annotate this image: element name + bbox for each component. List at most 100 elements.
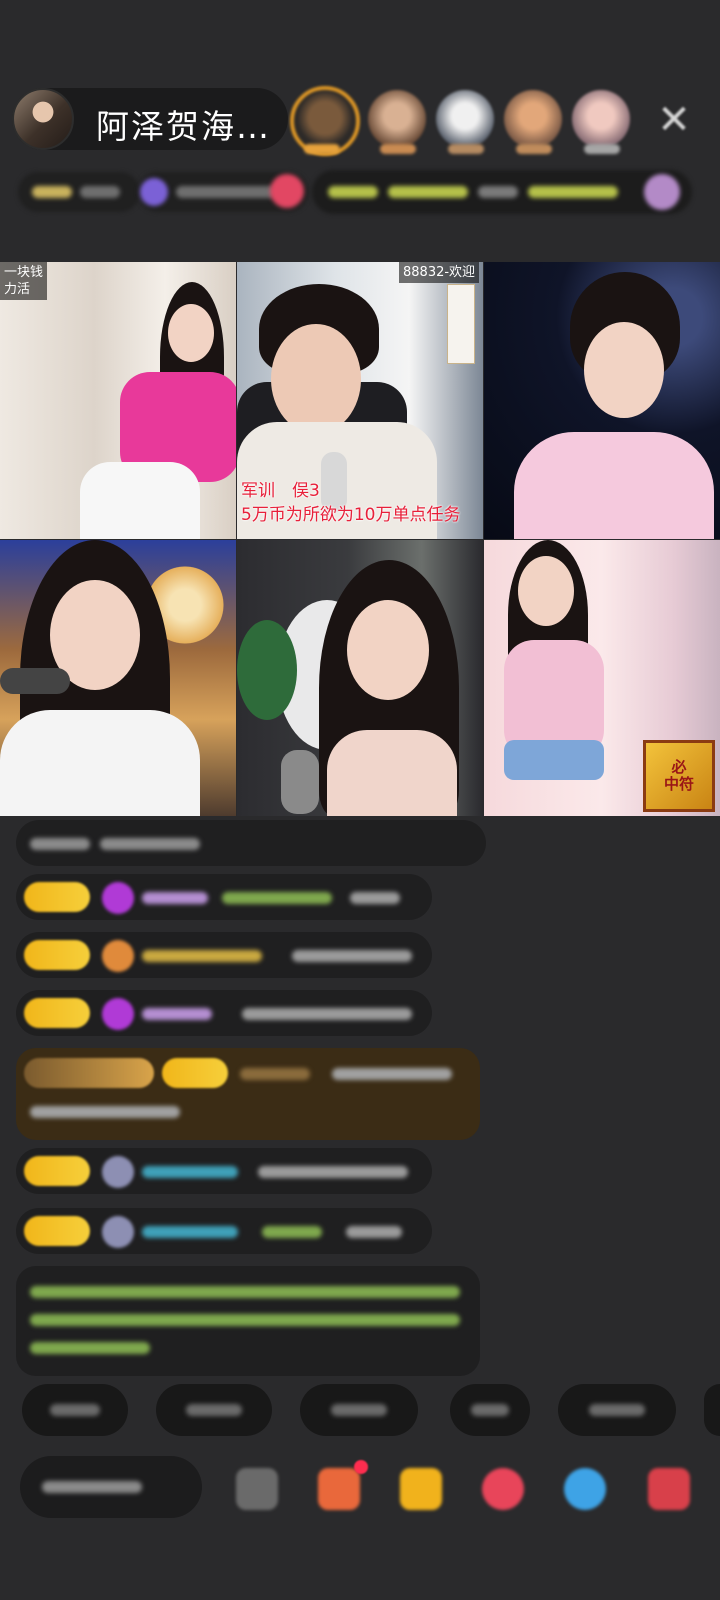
user-level-badge: [24, 998, 90, 1028]
heart-gift-icon[interactable]: [482, 1468, 524, 1510]
video-tile-1[interactable]: 一块钱 力活: [0, 262, 236, 539]
user-level-badge: [24, 940, 90, 970]
guest-figure: [297, 560, 477, 816]
badge-text-line-1: 必: [671, 758, 687, 776]
gold-charm-badge[interactable]: 必 中符: [643, 740, 715, 812]
red-packet-icon[interactable]: [400, 1468, 442, 1510]
host-info-pill[interactable]: 阿泽贺海…: [12, 88, 288, 150]
chat-input[interactable]: [20, 1456, 202, 1518]
tile-overlay-tag: 一块钱 力活: [0, 262, 48, 300]
plant-decoration: [237, 620, 297, 720]
chat-text: [30, 1106, 180, 1118]
quick-reply-chip[interactable]: [300, 1384, 418, 1436]
chat-text: [258, 1166, 408, 1178]
viewer-rank-badge: [516, 144, 552, 154]
chat-message[interactable]: [16, 1148, 432, 1194]
viewer-rank-badge: [584, 144, 620, 154]
chat-username: [142, 892, 208, 904]
activity-banner-text: [388, 186, 468, 198]
user-level-badge: [162, 1058, 228, 1088]
system-notice-message: [16, 1266, 480, 1376]
quick-reply-chip[interactable]: [156, 1384, 272, 1436]
user-level-badge: [24, 882, 90, 912]
viewer-avatar[interactable]: [368, 90, 426, 148]
quick-reply-chip[interactable]: [22, 1384, 128, 1436]
fan-badge-icon: [102, 1156, 134, 1188]
fan-badge-icon: [102, 1216, 134, 1248]
gift-icon[interactable]: [270, 174, 304, 208]
quick-reply-chip[interactable]: [450, 1384, 530, 1436]
video-tile-5[interactable]: [237, 540, 483, 816]
chat-message[interactable]: [16, 990, 432, 1036]
guest-figure: [484, 540, 634, 816]
rank-chip-text: [80, 186, 120, 198]
chat-text: [292, 950, 412, 962]
activity-banner-text: [478, 186, 518, 198]
stream-caption-line-1: 军训 俣3: [241, 481, 320, 501]
chat-input-placeholder: [42, 1481, 142, 1493]
chat-message[interactable]: [16, 932, 432, 978]
guest-figure: [504, 272, 714, 539]
chat-text: [346, 1226, 402, 1238]
viewer-rank-badge: [380, 144, 416, 154]
more-gift-icon[interactable]: [648, 1468, 690, 1510]
quick-reply-chip[interactable]: [558, 1384, 676, 1436]
video-tile-4[interactable]: [0, 540, 236, 816]
viewer-rank-badge: [448, 144, 484, 154]
badge-text-line-2: 中符: [663, 775, 694, 793]
stream-caption-line-2: 5万币为所欲为10万单点任务: [241, 505, 461, 525]
chat-message[interactable]: [16, 874, 432, 920]
bottom-toolbar: [0, 1448, 720, 1528]
fan-badge-icon: [102, 940, 134, 972]
hot-chip-icon: [140, 178, 168, 206]
quick-reply-chip[interactable]: [704, 1384, 720, 1436]
close-icon[interactable]: ✕: [654, 100, 694, 140]
viewer-avatar[interactable]: [504, 90, 562, 148]
video-tile-6[interactable]: 必 中符: [484, 540, 720, 816]
vip-badge: [24, 1058, 154, 1088]
chat-username: [142, 1008, 212, 1020]
chat-username: [142, 1226, 238, 1238]
viewer-rank-badge: [304, 144, 340, 154]
hot-chip-text: [176, 186, 276, 198]
emoji-icon[interactable]: [236, 1468, 278, 1510]
video-tile-2[interactable]: 88832-欢迎 军训 俣3 5万币为所欲为10万单点任务: [237, 262, 483, 539]
host-avatar[interactable]: [12, 88, 74, 150]
gem-icon: [102, 998, 134, 1030]
chat-text: [222, 892, 332, 904]
host-name: 阿泽贺海…: [96, 107, 271, 146]
poster-image: [447, 284, 475, 364]
multi-guest-video-grid: 一块钱 力活 88832-欢迎 军训 俣3 5万币为所欲为10万单点任务 必 中…: [0, 262, 720, 816]
chat-text: [262, 1226, 322, 1238]
notice-text: [30, 1342, 150, 1354]
chat-message[interactable]: [16, 820, 486, 866]
notice-text: [30, 1314, 460, 1326]
system-join-message[interactable]: [16, 1048, 480, 1140]
game-icon[interactable]: [564, 1468, 606, 1510]
video-tile-3[interactable]: [484, 262, 720, 539]
chat-text: [30, 838, 90, 850]
microphone: [0, 668, 70, 694]
viewer-avatar[interactable]: [436, 90, 494, 148]
activity-banner-text: [328, 186, 378, 198]
gift-box-icon[interactable]: [318, 1468, 360, 1510]
activity-avatar[interactable]: [644, 174, 680, 210]
chat-username: [142, 1166, 238, 1178]
guest-figure: [60, 282, 236, 539]
microphone: [281, 750, 319, 814]
user-level-badge: [24, 1216, 90, 1246]
notification-dot: [354, 1460, 368, 1474]
chat-text: [100, 838, 200, 850]
chat-text: [332, 1068, 452, 1080]
tile-overlay-tag: 88832-欢迎: [399, 262, 480, 283]
chat-text: [350, 892, 400, 904]
notice-text: [30, 1286, 460, 1298]
user-level-badge: [24, 1156, 90, 1186]
viewer-avatar[interactable]: [572, 90, 630, 148]
chat-message[interactable]: [16, 1208, 432, 1254]
chat-username: [142, 950, 262, 962]
live-top-bar: 阿泽贺海… ✕: [12, 86, 712, 156]
chat-text: [242, 1008, 412, 1020]
activity-banner-text: [528, 186, 618, 198]
chat-username: [240, 1068, 310, 1080]
